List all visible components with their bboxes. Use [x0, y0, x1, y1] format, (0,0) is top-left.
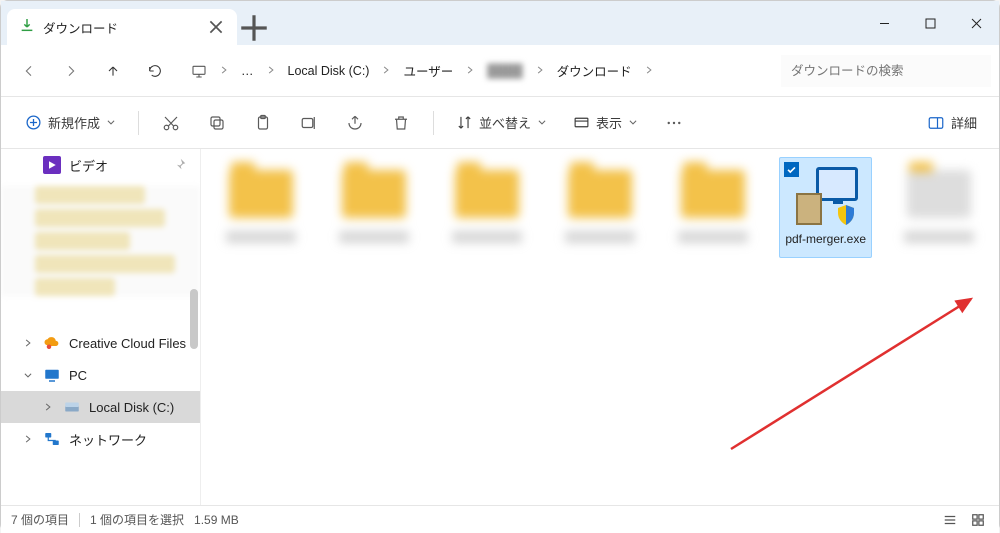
status-item-count: 7 個の項目 — [11, 511, 69, 528]
sort-button[interactable]: 並べ替え — [446, 105, 557, 141]
chevron-right-icon[interactable] — [217, 62, 231, 80]
more-button[interactable] — [654, 105, 694, 141]
back-button[interactable] — [9, 51, 49, 91]
sidebar: ビデオ Creative Cloud Files PC Local Disk (… — [1, 149, 201, 505]
view-list-button[interactable] — [939, 510, 961, 530]
pin-icon — [174, 158, 186, 173]
tab-title: ダウンロード — [43, 18, 199, 37]
new-tab-button[interactable] — [237, 11, 271, 45]
videos-icon — [43, 156, 61, 174]
chevron-down-icon[interactable] — [21, 370, 35, 380]
exe-icon — [789, 164, 863, 226]
drive-icon — [63, 398, 81, 416]
delete-button[interactable] — [381, 105, 421, 141]
file-grid: pdf-merger.exe — [215, 157, 985, 258]
maximize-button[interactable] — [907, 7, 953, 39]
forward-button[interactable] — [51, 51, 91, 91]
file-item[interactable] — [892, 157, 985, 253]
window-tab[interactable]: ダウンロード — [7, 9, 237, 45]
sidebar-item-network[interactable]: ネットワーク — [1, 423, 200, 455]
file-item[interactable] — [554, 157, 647, 253]
breadcrumb-item-0[interactable]: Local Disk (C:) — [282, 60, 376, 82]
navigation-bar: … Local Disk (C:) ユーザー ████ ダウンロード — [1, 45, 999, 97]
sidebar-label: ネットワーク — [69, 430, 147, 449]
separator — [433, 111, 434, 135]
chevron-right-icon[interactable] — [642, 62, 656, 80]
breadcrumb-ellipsis[interactable]: … — [235, 60, 260, 82]
up-button[interactable] — [93, 51, 133, 91]
title-bar: ダウンロード — [1, 1, 999, 45]
view-grid-button[interactable] — [967, 510, 989, 530]
sidebar-label: ビデオ — [69, 156, 108, 175]
chevron-right-icon[interactable] — [21, 338, 35, 348]
sidebar-label: PC — [69, 368, 87, 383]
close-tab-button[interactable] — [207, 18, 225, 36]
breadcrumb-item-2[interactable]: ████ — [481, 60, 528, 82]
network-icon — [43, 430, 61, 448]
breadcrumb-item-1[interactable]: ユーザー — [397, 57, 459, 84]
toolbar: 新規作成 並べ替え 表示 詳細 — [1, 97, 999, 149]
chevron-down-icon — [106, 115, 116, 130]
file-item[interactable] — [215, 157, 308, 253]
sidebar-scrollbar[interactable] — [189, 149, 199, 505]
chevron-right-icon[interactable] — [379, 62, 393, 80]
sidebar-item-ccf[interactable]: Creative Cloud Files — [1, 327, 200, 359]
copy-button[interactable] — [197, 105, 237, 141]
file-item-selected[interactable]: pdf-merger.exe — [779, 157, 872, 258]
downloads-icon — [19, 17, 35, 38]
details-label: 詳細 — [951, 113, 977, 132]
chevron-down-icon — [537, 115, 547, 130]
ccf-icon — [43, 334, 61, 352]
new-label: 新規作成 — [48, 113, 100, 132]
chevron-right-icon[interactable] — [41, 402, 55, 412]
sidebar-label: Local Disk (C:) — [89, 400, 174, 415]
rename-button[interactable] — [289, 105, 329, 141]
sidebar-label: Creative Cloud Files — [69, 336, 186, 351]
details-pane-button[interactable]: 詳細 — [919, 105, 985, 141]
status-selection: 1 個の項目を選択 — [90, 511, 184, 528]
status-bar: 7 個の項目 1 個の項目を選択 1.59 MB — [1, 505, 999, 533]
body: ビデオ Creative Cloud Files PC Local Disk (… — [1, 149, 999, 505]
file-label: pdf-merger.exe — [785, 232, 866, 247]
chevron-right-icon[interactable] — [21, 434, 35, 444]
file-item[interactable] — [666, 157, 759, 253]
sidebar-item-localdisk[interactable]: Local Disk (C:) — [1, 391, 200, 423]
close-window-button[interactable] — [953, 7, 999, 39]
file-item[interactable] — [441, 157, 534, 253]
new-button[interactable]: 新規作成 — [15, 105, 126, 141]
annotation-arrow — [711, 269, 999, 474]
refresh-button[interactable] — [135, 51, 175, 91]
window-controls — [861, 1, 999, 45]
sidebar-item-pc[interactable]: PC — [1, 359, 200, 391]
sidebar-item-videos[interactable]: ビデオ — [1, 149, 200, 181]
file-item[interactable] — [328, 157, 421, 253]
cut-button[interactable] — [151, 105, 191, 141]
sidebar-blurred-section — [1, 186, 200, 296]
search-input[interactable] — [781, 55, 991, 87]
chevron-right-icon[interactable] — [264, 62, 278, 80]
view-toggles — [939, 510, 989, 530]
separator — [138, 111, 139, 135]
address-bar[interactable]: … Local Disk (C:) ユーザー ████ ダウンロード — [177, 57, 779, 84]
chevron-right-icon[interactable] — [463, 62, 477, 80]
view-button[interactable]: 表示 — [563, 105, 648, 141]
content-area[interactable]: pdf-merger.exe — [201, 149, 999, 505]
breadcrumb-item-3[interactable]: ダウンロード — [551, 57, 638, 84]
view-label: 表示 — [596, 113, 622, 132]
minimize-button[interactable] — [861, 7, 907, 39]
pc-icon — [43, 366, 61, 384]
paste-button[interactable] — [243, 105, 283, 141]
chevron-right-icon[interactable] — [533, 62, 547, 80]
breadcrumb-root-icon[interactable] — [185, 59, 213, 83]
chevron-down-icon — [628, 115, 638, 130]
status-size: 1.59 MB — [194, 513, 239, 527]
share-button[interactable] — [335, 105, 375, 141]
sort-label: 並べ替え — [479, 113, 531, 132]
